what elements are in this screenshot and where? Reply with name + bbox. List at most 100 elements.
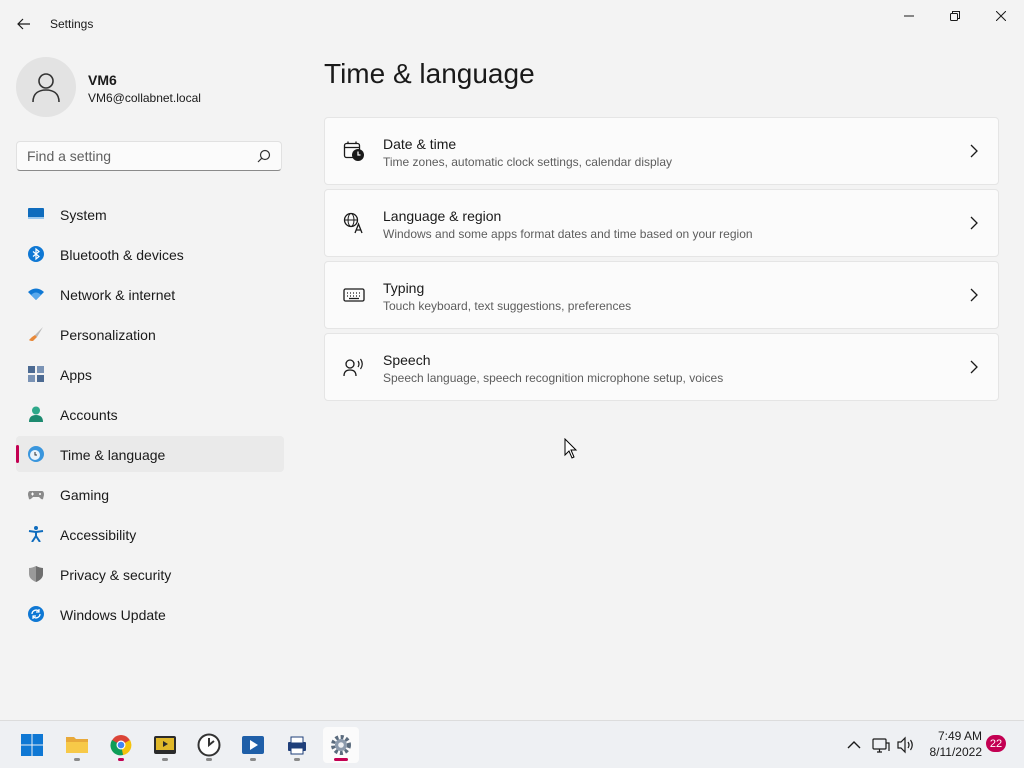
sidebar-item-label: Personalization [60, 327, 156, 343]
controller-icon [28, 491, 44, 500]
video-app-icon [242, 736, 264, 754]
language-icon [343, 212, 363, 234]
sidebar-item-time-language[interactable]: Time & language [16, 436, 284, 472]
running-indicator [294, 758, 300, 761]
monitor-icon [28, 208, 44, 219]
close-button[interactable] [978, 0, 1024, 32]
keyboard-icon [343, 288, 365, 302]
person-icon [29, 406, 43, 422]
print-app-icon [288, 736, 306, 755]
taskbar-video-app[interactable] [235, 727, 271, 763]
card-subtitle: Speech language, speech recognition micr… [383, 371, 724, 385]
sidebar-nav: System Bluetooth & devices Network & int… [16, 196, 284, 636]
sidebar-item-label: Gaming [60, 487, 110, 503]
running-indicator [250, 758, 256, 761]
sidebar-item-personalization[interactable]: Personalization [16, 316, 284, 352]
sidebar-item-accessibility[interactable]: Accessibility [16, 516, 284, 552]
chrome-icon [110, 735, 132, 756]
restore-icon [950, 11, 960, 21]
date-time-card[interactable]: Date & time Time zones, automatic clock … [324, 117, 999, 185]
update-icon [28, 606, 44, 622]
title-bar: Settings [0, 0, 1024, 48]
volume-icon[interactable] [896, 735, 916, 755]
sidebar-item-gaming[interactable]: Gaming [16, 476, 284, 512]
sidebar-item-label: Privacy & security [60, 567, 172, 583]
shield-icon [29, 566, 43, 582]
card-title: Typing [383, 280, 425, 296]
clock-app-icon [197, 733, 221, 757]
calendar-clock-icon [343, 141, 364, 161]
sidebar-item-privacy[interactable]: Privacy & security [16, 556, 284, 592]
taskbar-chrome[interactable] [103, 727, 139, 763]
typing-card[interactable]: Typing Touch keyboard, text suggestions,… [324, 261, 999, 329]
sidebar-item-apps[interactable]: Apps [16, 356, 284, 392]
taskbar-media-app[interactable] [147, 727, 183, 763]
card-title: Language & region [383, 208, 502, 224]
minimize-button[interactable] [886, 0, 932, 32]
minimize-icon [904, 15, 914, 17]
user-email: VM6@collabnet.local [88, 91, 201, 105]
chevron-up-icon[interactable] [844, 735, 864, 755]
sidebar-item-label: System [60, 207, 107, 223]
start-button[interactable] [14, 727, 50, 763]
back-arrow-icon [17, 18, 30, 30]
maximize-button[interactable] [932, 0, 978, 32]
running-indicator [74, 758, 80, 761]
avatar[interactable] [16, 57, 76, 117]
bluetooth-icon [28, 246, 44, 262]
sidebar-item-bluetooth[interactable]: Bluetooth & devices [16, 236, 284, 272]
file-explorer-icon [66, 737, 88, 753]
search-input[interactable] [27, 148, 247, 164]
search-box[interactable] [16, 141, 282, 171]
running-indicator [162, 758, 168, 761]
language-region-card[interactable]: Language & region Windows and some apps … [324, 189, 999, 257]
clock-date[interactable]: 8/11/2022 [920, 745, 983, 759]
sidebar-item-windows-update[interactable]: Windows Update [16, 596, 284, 632]
sidebar-item-label: Network & internet [60, 287, 176, 303]
chevron-right-icon [970, 144, 978, 158]
clock-time[interactable]: 7:49 AM [920, 729, 982, 743]
running-indicator [206, 758, 212, 761]
network-icon[interactable] [871, 735, 891, 755]
taskbar-file-explorer[interactable] [59, 727, 95, 763]
taskbar-settings[interactable] [323, 727, 359, 763]
window-title: Settings [50, 17, 94, 31]
notification-badge[interactable]: 22 [986, 735, 1006, 752]
card-title: Speech [383, 352, 431, 368]
card-title: Date & time [383, 136, 457, 152]
mouse-cursor-icon [564, 438, 578, 459]
search-icon[interactable] [257, 149, 271, 163]
start-icon [21, 734, 43, 756]
apps-icon [28, 366, 44, 382]
page-title: Time & language [324, 58, 535, 89]
accessibility-icon [28, 526, 44, 542]
sidebar-item-label: Time & language [60, 447, 166, 463]
sidebar-item-label: Accessibility [60, 527, 137, 543]
sidebar-item-accounts[interactable]: Accounts [16, 396, 284, 432]
running-indicator [334, 758, 348, 761]
user-name: VM6 [88, 72, 117, 88]
brush-icon [29, 327, 43, 341]
card-subtitle: Touch keyboard, text suggestions, prefer… [383, 299, 632, 313]
speech-card[interactable]: Speech Speech language, speech recogniti… [324, 333, 999, 401]
sidebar-item-label: Bluetooth & devices [60, 247, 184, 263]
chevron-right-icon [970, 360, 978, 374]
speech-icon [343, 358, 363, 377]
chevron-right-icon [970, 288, 978, 302]
settings-icon [331, 735, 351, 755]
card-subtitle: Time zones, automatic clock settings, ca… [383, 155, 673, 169]
sidebar-item-network[interactable]: Network & internet [16, 276, 284, 312]
person-icon [32, 73, 60, 103]
sidebar-item-system[interactable]: System [16, 196, 284, 232]
wifi-icon [28, 288, 44, 300]
media-player-icon [154, 736, 176, 754]
sidebar-item-label: Windows Update [60, 607, 166, 623]
taskbar-print-app[interactable] [279, 727, 315, 763]
running-indicator [118, 758, 124, 761]
sidebar-item-label: Accounts [60, 407, 118, 423]
card-subtitle: Windows and some apps format dates and t… [383, 227, 753, 241]
sidebar-item-label: Apps [60, 367, 92, 383]
taskbar-clock-app[interactable] [191, 727, 227, 763]
taskbar [0, 720, 1024, 768]
back-button[interactable] [12, 12, 36, 36]
